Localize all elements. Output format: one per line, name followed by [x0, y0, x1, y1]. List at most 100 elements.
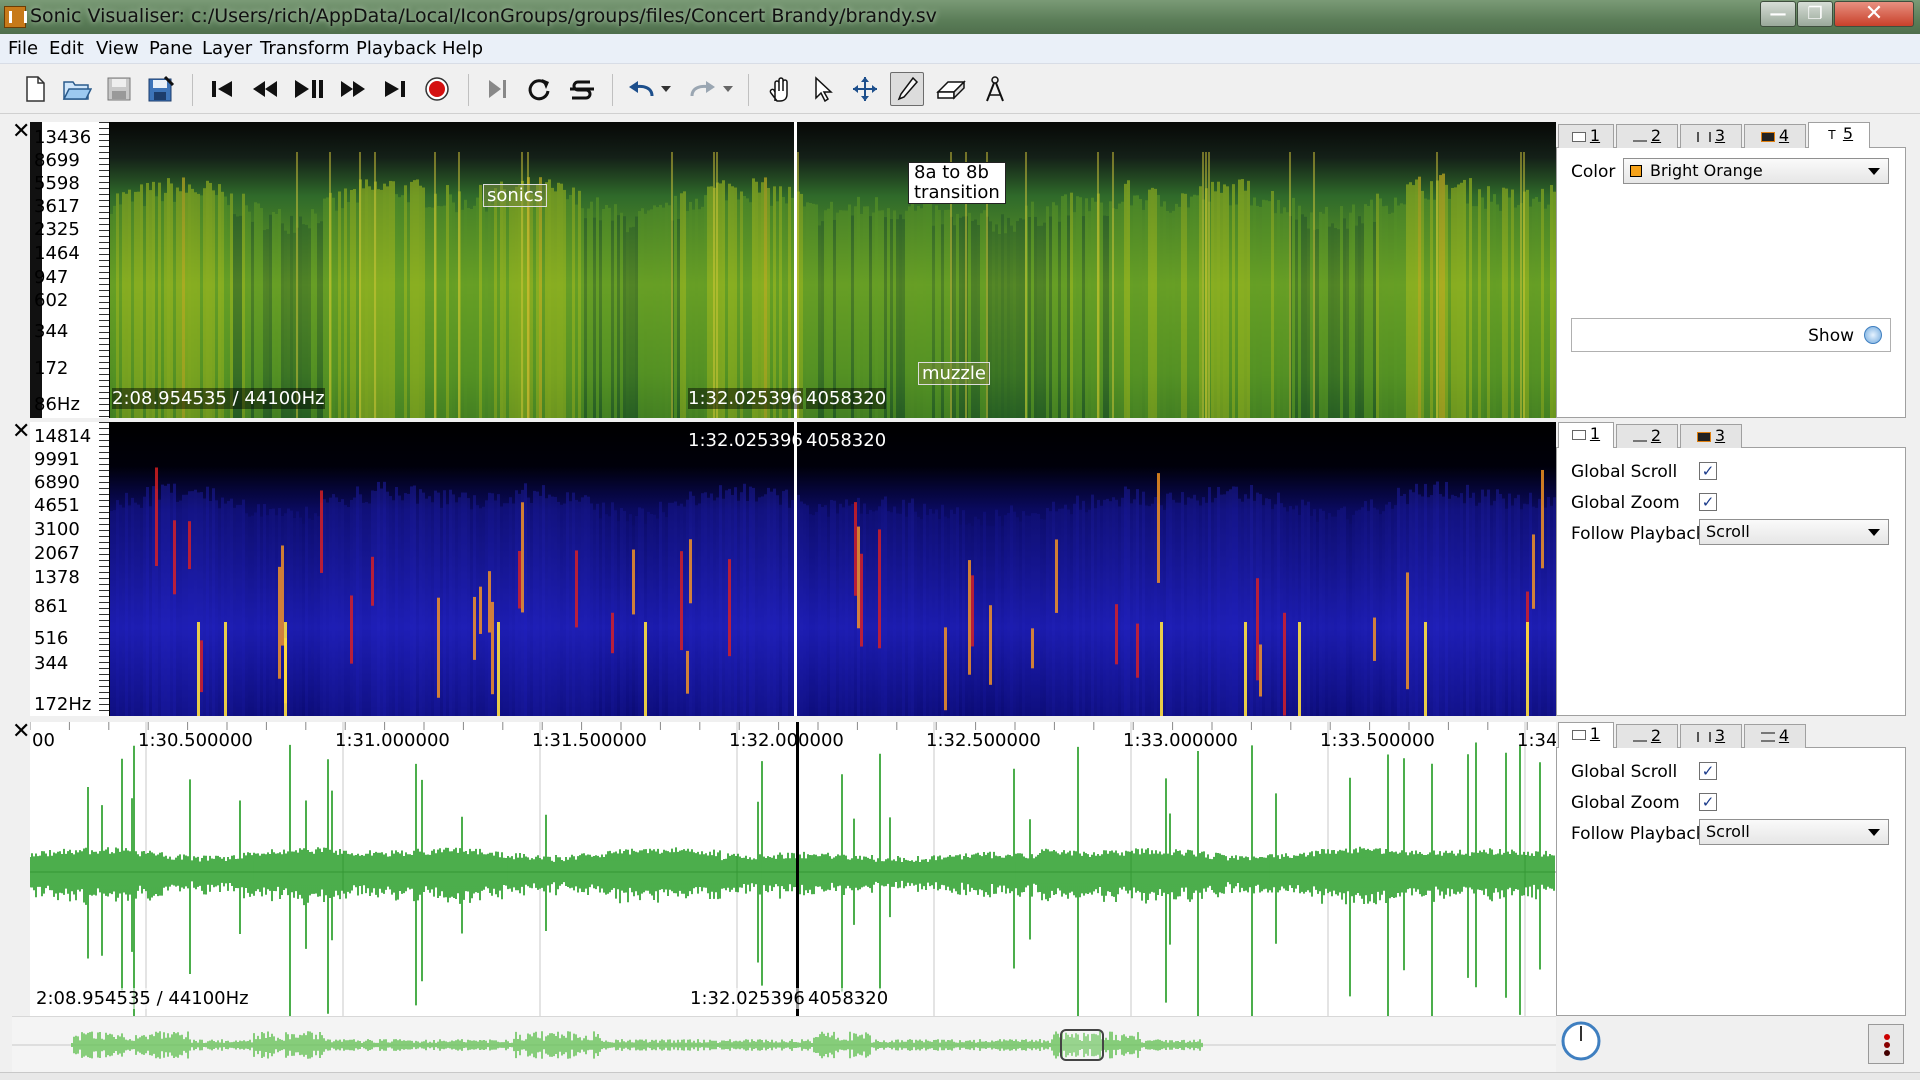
save-session-icon[interactable]	[144, 72, 178, 106]
annotation-sonics[interactable]: sonics	[483, 184, 548, 207]
save-icon[interactable]	[102, 72, 136, 106]
navigate-tool-icon[interactable]	[762, 72, 796, 106]
global-zoom-checkbox[interactable]: ✓	[1699, 493, 1717, 511]
loop-icon[interactable]	[522, 72, 556, 106]
follow-playback-label: Follow Playback	[1571, 824, 1706, 844]
rewind-start-icon[interactable]	[205, 72, 239, 106]
solo-icon[interactable]	[565, 72, 599, 106]
tab-label: 1	[1589, 724, 1601, 743]
tab-label: 3	[1714, 726, 1726, 745]
undo-icon[interactable]	[624, 72, 658, 106]
annotation-muzzle[interactable]: muzzle	[918, 362, 990, 385]
maximize-button[interactable]: ❐	[1797, 1, 1833, 27]
pane-icon	[1571, 729, 1586, 740]
select-tool-icon[interactable]	[806, 72, 840, 106]
follow-playback-select[interactable]: Scroll	[1699, 819, 1889, 845]
minimize-button[interactable]: —	[1760, 1, 1796, 27]
redo-icon[interactable]	[686, 72, 720, 106]
pane-spectrogram-green[interactable]: ✕ sonics 8a to 8b transition muzzle 2:08…	[12, 121, 1556, 418]
close-pane-icon[interactable]: ✕	[12, 721, 30, 744]
tab-label: 1	[1589, 424, 1601, 443]
menu-help[interactable]: Help	[442, 38, 483, 59]
pane-spectrogram-blue[interactable]: ✕ 14814 9991 6890 4651 3100 2067 1378 86…	[12, 421, 1556, 716]
redo-menu-chevron-icon[interactable]	[718, 72, 738, 106]
menu-playback[interactable]: Playback	[356, 38, 436, 59]
chevron-down-icon	[1868, 529, 1880, 536]
fast-forward-end-icon[interactable]	[378, 72, 412, 106]
layer-tabs: 1 2 3 4	[1556, 722, 1906, 749]
pane-icon	[1571, 131, 1586, 142]
draw-tool-icon[interactable]	[890, 72, 924, 106]
new-file-icon[interactable]	[18, 72, 52, 106]
time-tick-label: 1:30.500000	[138, 730, 253, 751]
erase-tool-icon[interactable]	[934, 72, 968, 106]
tab-layer-4[interactable]: 4	[1744, 724, 1806, 748]
menu-edit[interactable]: Edit	[49, 38, 84, 59]
tab-layer-1[interactable]: 1	[1558, 722, 1614, 749]
pane-waveform[interactable]: ✕ 00 1:30.500000 1:31.000000 1:31.500000…	[12, 721, 1556, 1016]
global-scroll-checkbox[interactable]: ✓	[1699, 762, 1717, 780]
tab-layer-2[interactable]: 2	[1616, 124, 1678, 148]
follow-playback-select[interactable]: Scroll	[1699, 519, 1889, 545]
spectrogram-plot[interactable]: 1:32.025396 4058320	[110, 422, 1556, 716]
close-pane-icon[interactable]: ✕	[12, 121, 30, 144]
tab-layer-2[interactable]: 2	[1616, 424, 1678, 448]
tab-layer-3[interactable]: 3	[1680, 724, 1742, 748]
spectrogram-plot[interactable]: sonics 8a to 8b transition muzzle 2:08.9…	[110, 122, 1556, 418]
playhead-cursor[interactable]	[794, 122, 797, 418]
annotation-transition[interactable]: 8a to 8b transition	[908, 162, 1006, 204]
waveform-icon	[1632, 132, 1647, 142]
rewind-icon[interactable]	[248, 72, 282, 106]
measure-tool-icon[interactable]	[978, 72, 1012, 106]
freq-label: 1378	[34, 567, 80, 588]
menu-transform[interactable]: Transform	[260, 38, 350, 59]
overview-strip[interactable]	[12, 1016, 1556, 1072]
global-zoom-checkbox[interactable]: ✓	[1699, 793, 1717, 811]
time-tick-label: 00	[32, 730, 55, 751]
global-scroll-checkbox[interactable]: ✓	[1699, 462, 1717, 480]
waveform-plot[interactable]: 00 1:30.500000 1:31.000000 1:31.500000 1…	[30, 722, 1556, 1016]
freq-label: 1464	[34, 243, 80, 264]
record-icon[interactable]	[420, 72, 454, 106]
play-pause-icon[interactable]	[292, 72, 326, 106]
freq-label: 6890	[34, 472, 80, 493]
window-title: Sonic Visualiser: c:/Users/rich/AppData/…	[30, 5, 937, 27]
tab-layer-2[interactable]: 2	[1616, 724, 1678, 748]
status-bar	[0, 1072, 1920, 1080]
menu-file[interactable]: File	[8, 38, 38, 59]
undo-menu-chevron-icon[interactable]	[656, 72, 676, 106]
color-select[interactable]: Bright Orange	[1623, 158, 1889, 184]
frequency-scale: 14814 9991 6890 4651 3100 2067 1378 861 …	[30, 422, 110, 716]
close-pane-icon[interactable]: ✕	[12, 421, 30, 444]
freq-label: 8699	[34, 150, 80, 171]
tab-layer-1[interactable]: 1	[1558, 422, 1614, 449]
cursor-time-readout: 1:32.025396	[690, 988, 805, 1009]
menu-pane[interactable]: Pane	[149, 38, 193, 59]
tab-layer-1[interactable]: 1	[1558, 124, 1614, 148]
tab-label: 3	[1714, 126, 1726, 145]
freq-label: 5598	[34, 173, 80, 194]
tab-label: 3	[1714, 426, 1726, 445]
freq-label: 344	[34, 653, 69, 674]
annotation-text: sonics	[487, 185, 544, 206]
tab-layer-5[interactable]: T5	[1808, 122, 1870, 149]
playhead-cursor[interactable]	[794, 422, 797, 716]
constrain-playback-icon[interactable]	[480, 72, 514, 106]
freq-label: 86Hz	[34, 394, 80, 415]
audio-level-meter-icon[interactable]	[1868, 1024, 1904, 1064]
show-toggle-icon[interactable]	[1864, 326, 1882, 344]
menu-layer[interactable]: Layer	[202, 38, 252, 59]
open-file-icon[interactable]	[60, 72, 94, 106]
app-icon	[4, 6, 27, 28]
close-window-button[interactable]: ✕	[1834, 1, 1914, 27]
overview-viewport-box[interactable]	[1060, 1029, 1104, 1061]
playhead-cursor[interactable]	[796, 722, 799, 1016]
playback-speed-dial-icon[interactable]	[1560, 1020, 1602, 1062]
fast-forward-icon[interactable]	[336, 72, 370, 106]
menu-view[interactable]: View	[96, 38, 139, 59]
move-tool-icon[interactable]	[848, 72, 882, 106]
tab-layer-4[interactable]: 4	[1744, 124, 1806, 148]
tab-layer-3[interactable]: 3	[1680, 124, 1742, 148]
tab-layer-3[interactable]: 3	[1680, 424, 1742, 448]
time-tick-label: 1:33.500000	[1320, 730, 1435, 751]
